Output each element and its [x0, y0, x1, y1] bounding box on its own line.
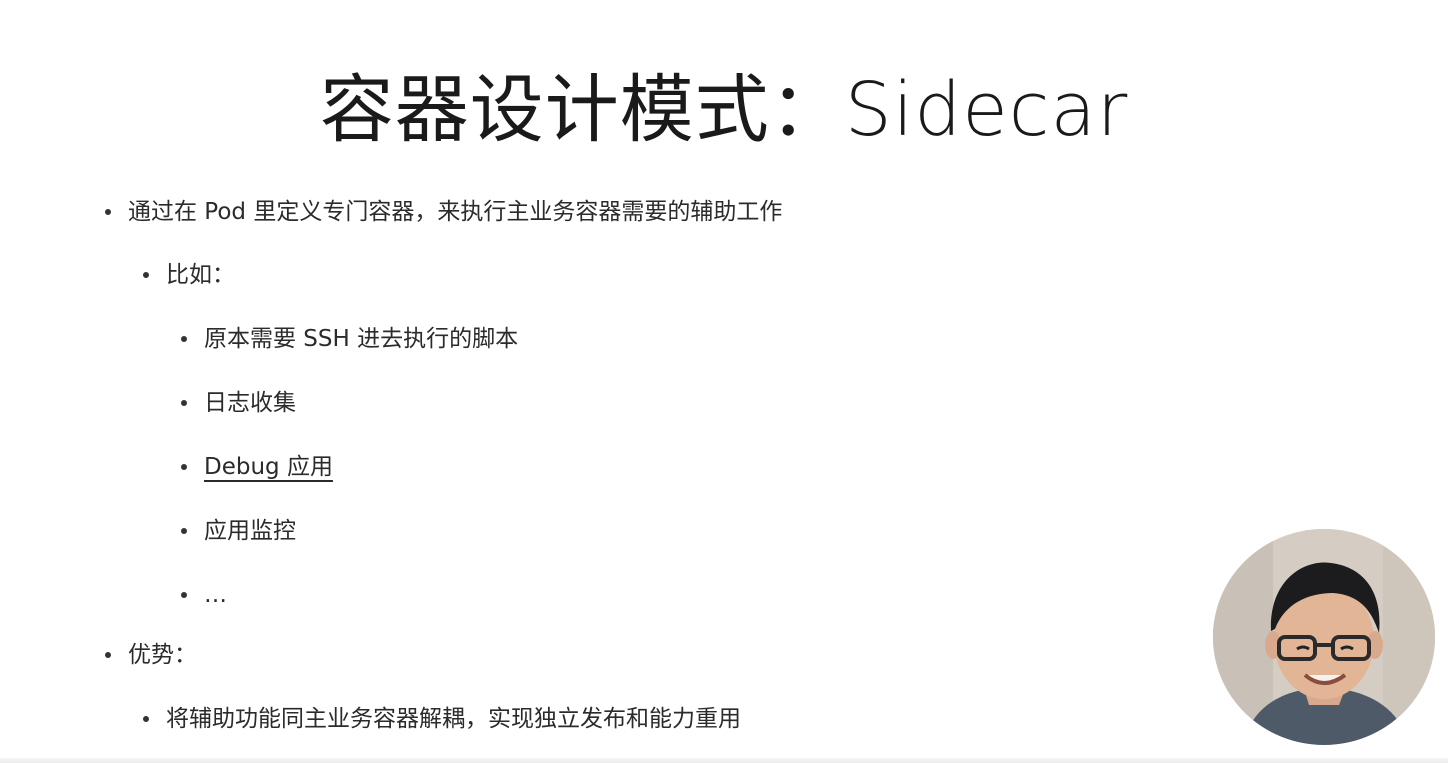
bullet-dot-icon — [181, 528, 187, 534]
bullet-item: 比如： — [143, 260, 235, 290]
bullet-text: … — [204, 582, 227, 608]
bullet-dot-icon — [143, 272, 149, 278]
bullet-item: 通过在 Pod 里定义专门容器，来执行主业务容器需要的辅助工作 — [105, 197, 782, 227]
bullet-dot-icon — [105, 209, 111, 215]
presenter-video — [1213, 529, 1435, 745]
bullet-text: 优势： — [128, 642, 197, 668]
bullet-text: 通过在 Pod 里定义专门容器，来执行主业务容器需要的辅助工作 — [128, 199, 783, 225]
bullet-text: 比如： — [166, 262, 235, 288]
presenter-avatar-icon — [1213, 529, 1435, 745]
slide-title: 容器设计模式：Sidecar — [319, 67, 1129, 153]
bottom-divider — [0, 758, 1448, 763]
bullet-item: Debug 应用 — [181, 452, 333, 482]
bullet-item: 优势： — [105, 640, 197, 670]
bullet-item: 原本需要 SSH 进去执行的脚本 — [181, 324, 518, 354]
bullet-dot-icon — [105, 652, 111, 658]
bullet-dot-icon — [143, 716, 149, 722]
bullet-text: 将辅助功能同主业务容器解耦，实现独立发布和能力重用 — [166, 706, 741, 732]
bullet-item: 将辅助功能同主业务容器解耦，实现独立发布和能力重用 — [143, 704, 741, 734]
bullet-text: 应用监控 — [204, 518, 296, 544]
bullet-dot-icon — [181, 400, 187, 406]
bullet-item: 日志收集 — [181, 388, 296, 418]
bullet-text: 原本需要 SSH 进去执行的脚本 — [204, 326, 519, 352]
bullet-text: Debug 应用 — [204, 454, 333, 480]
bullet-dot-icon — [181, 336, 187, 342]
bullet-dot-icon — [181, 592, 187, 598]
bullet-dot-icon — [181, 464, 187, 470]
slide: 容器设计模式：Sidecar 通过在 Pod 里定义专门容器，来执行主业务容器需… — [0, 0, 1448, 763]
bullet-item: … — [181, 580, 227, 610]
bullet-item: 应用监控 — [181, 516, 296, 546]
bullet-text: 日志收集 — [204, 390, 296, 416]
